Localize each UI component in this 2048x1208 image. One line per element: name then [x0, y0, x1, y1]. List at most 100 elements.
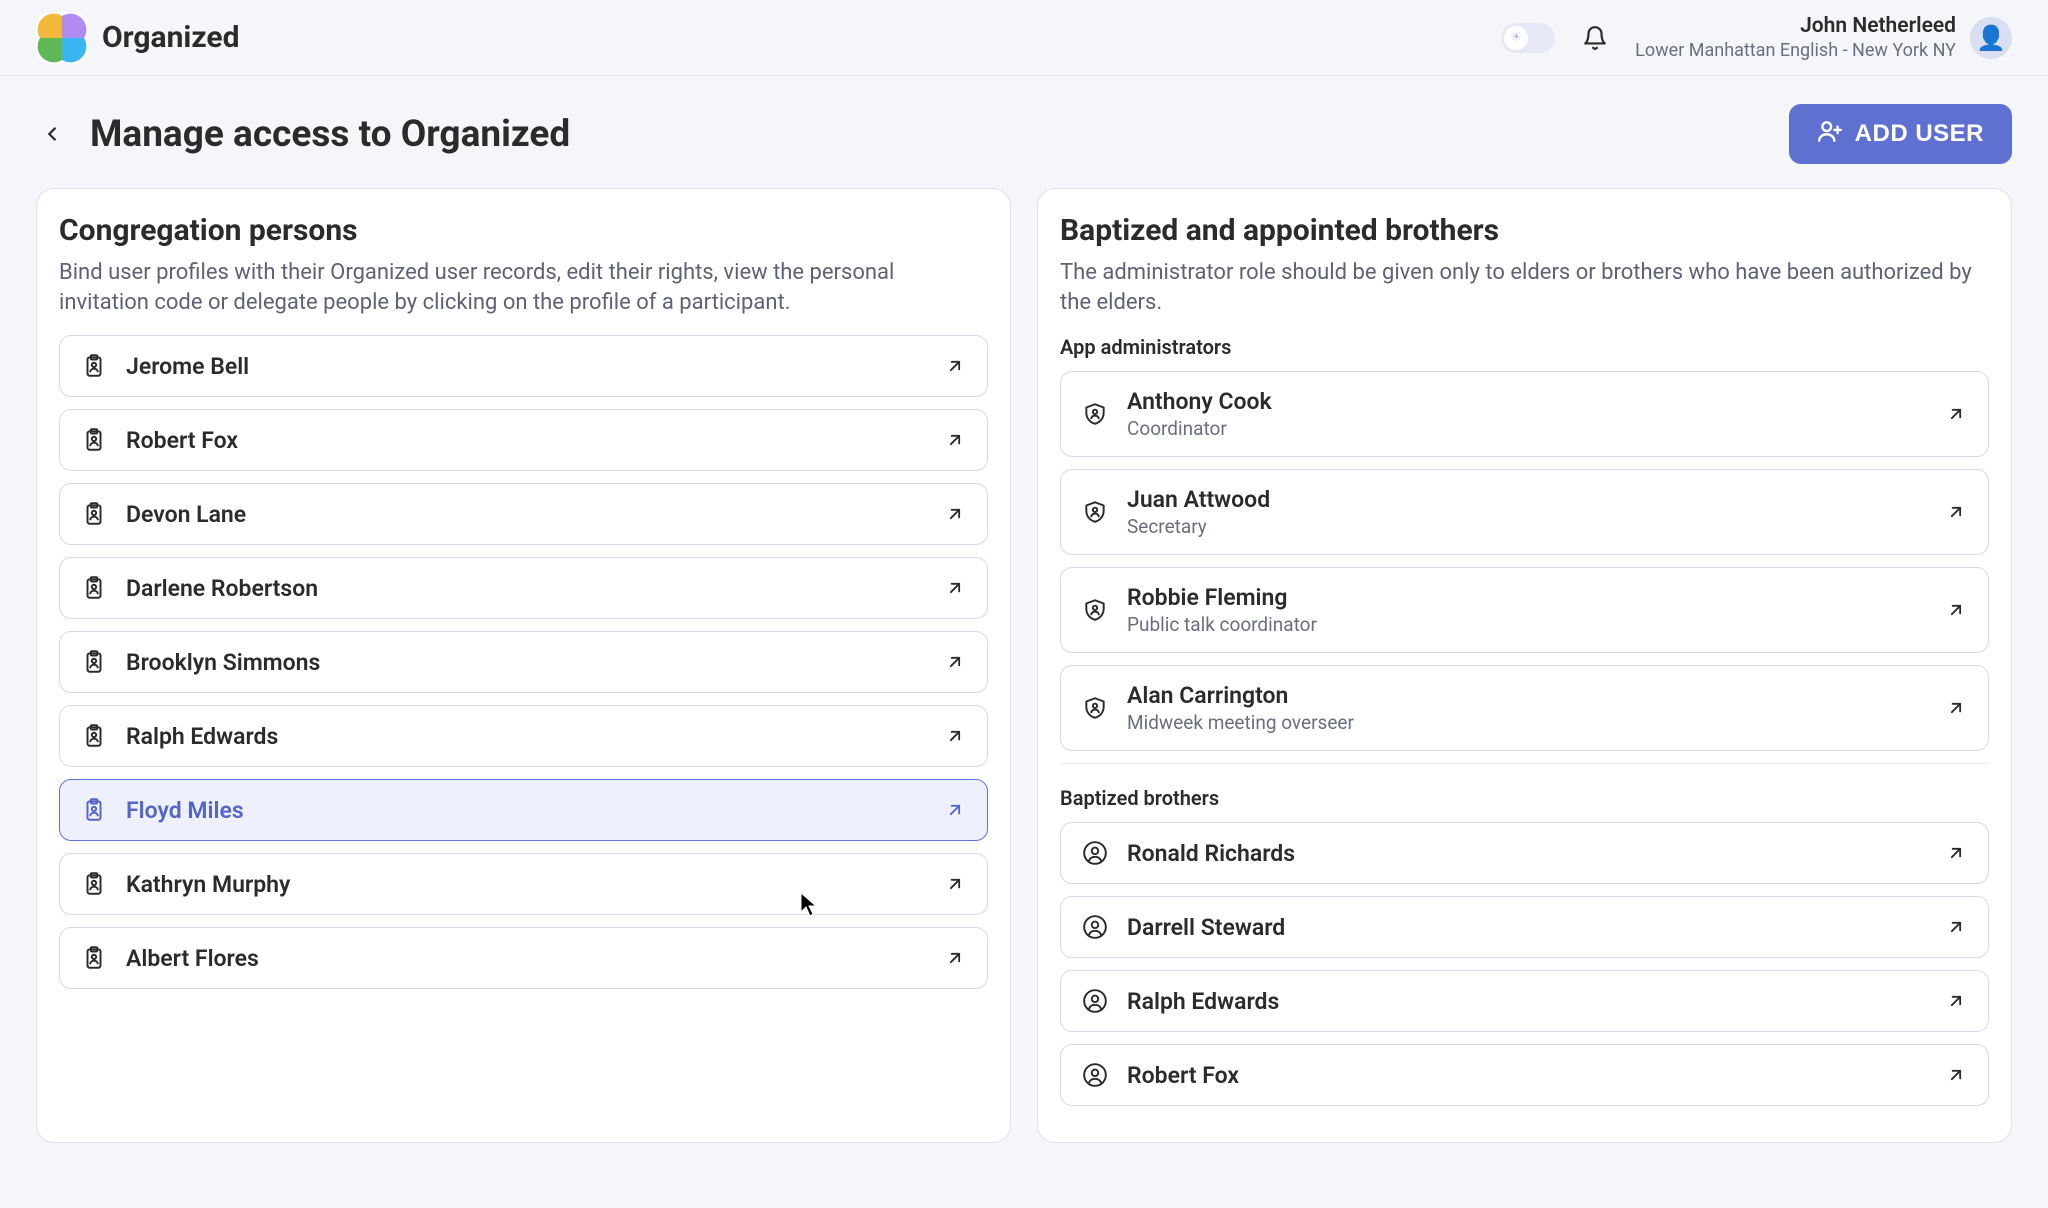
open-arrow-icon	[1944, 500, 1968, 524]
avatar: 👤	[1970, 17, 2012, 59]
open-arrow-icon	[1944, 841, 1968, 865]
person-row-alan-carrington[interactable]: Alan CarringtonMidweek meeting overseer	[1060, 665, 1989, 751]
sun-icon: ☀	[1504, 26, 1528, 50]
brand: Organized	[36, 12, 239, 64]
user-name: John Netherleed	[1635, 14, 1956, 38]
open-arrow-icon	[943, 650, 967, 674]
open-arrow-icon	[943, 946, 967, 970]
person-row-ronald-richards[interactable]: Ronald Richards	[1060, 822, 1989, 884]
group-app-administrators: App administrators Anthony CookCoordinato…	[1060, 335, 1989, 751]
assignment-icon	[80, 426, 108, 454]
person-role: Midweek meeting overseer	[1127, 711, 1926, 734]
assignment-icon	[80, 944, 108, 972]
current-user[interactable]: John Netherleed Lower Manhattan English …	[1635, 14, 2012, 61]
topbar: Organized ☀ John Netherleed Lower Manhat…	[0, 0, 2048, 76]
person-name: Ralph Edwards	[126, 723, 925, 750]
person-name: Kathryn Murphy	[126, 871, 925, 898]
theme-toggle[interactable]: ☀	[1501, 23, 1555, 53]
person-row-devon-lane[interactable]: Devon Lane	[59, 483, 988, 545]
open-arrow-icon	[1944, 598, 1968, 622]
content: Congregation persons Bind user profiles …	[0, 188, 2048, 1179]
person-row-robert-fox[interactable]: Robert Fox	[59, 409, 988, 471]
group-baptized-brothers: Baptized brothers Ronald Richards Darrell …	[1060, 763, 1989, 1106]
person-name: Darrell Steward	[1127, 914, 1926, 941]
group-label: Baptized brothers	[1060, 786, 1989, 810]
assignment-icon	[80, 574, 108, 602]
open-arrow-icon	[1944, 696, 1968, 720]
person-name: Devon Lane	[126, 501, 925, 528]
open-arrow-icon	[943, 576, 967, 600]
person-name: Robert Fox	[126, 427, 925, 454]
person-name: Floyd Miles	[126, 797, 925, 824]
open-arrow-icon	[1944, 989, 1968, 1013]
topbar-right: ☀ John Netherleed Lower Manhattan Englis…	[1501, 14, 2012, 61]
admin-shield-icon	[1081, 596, 1109, 624]
assignment-icon	[80, 500, 108, 528]
admin-shield-icon	[1081, 400, 1109, 428]
person-name: Albert Flores	[126, 945, 925, 972]
assignment-icon	[80, 870, 108, 898]
person-row-robert-fox[interactable]: Robert Fox	[1060, 1044, 1989, 1106]
assignment-icon	[80, 796, 108, 824]
notifications-button[interactable]	[1579, 22, 1611, 54]
person-row-darrell-steward[interactable]: Darrell Steward	[1060, 896, 1989, 958]
add-user-label: ADD USER	[1855, 120, 1984, 148]
panel-description: Bind user profiles with their Organized …	[59, 258, 988, 317]
person-name: Robbie Fleming	[1127, 584, 1926, 611]
congregation-persons-panel: Congregation persons Bind user profiles …	[36, 188, 1011, 1143]
open-arrow-icon	[943, 798, 967, 822]
person-row-ralph-edwards[interactable]: Ralph Edwards	[1060, 970, 1989, 1032]
open-arrow-icon	[943, 872, 967, 896]
admin-shield-icon	[1081, 498, 1109, 526]
open-arrow-icon	[1944, 402, 1968, 426]
person-name: Ronald Richards	[1127, 840, 1926, 867]
open-arrow-icon	[943, 724, 967, 748]
person-row-anthony-cook[interactable]: Anthony CookCoordinator	[1060, 371, 1989, 457]
person-name: Darlene Robertson	[126, 575, 925, 602]
person-row-floyd-miles[interactable]: Floyd Miles	[59, 779, 988, 841]
person-role: Coordinator	[1127, 417, 1926, 440]
assignment-icon	[80, 722, 108, 750]
person-row-jerome-bell[interactable]: Jerome Bell	[59, 335, 988, 397]
person-role: Public talk coordinator	[1127, 613, 1926, 636]
person-row-albert-flores[interactable]: Albert Flores	[59, 927, 988, 989]
person-row-juan-attwood[interactable]: Juan AttwoodSecretary	[1060, 469, 1989, 555]
user-circle-icon	[1081, 913, 1109, 941]
person-name: Robert Fox	[1127, 1062, 1926, 1089]
open-arrow-icon	[943, 502, 967, 526]
open-arrow-icon	[1944, 1063, 1968, 1087]
baptized-brothers-panel: Baptized and appointed brothers The admi…	[1037, 188, 2012, 1143]
open-arrow-icon	[943, 428, 967, 452]
panel-description: The administrator role should be given o…	[1060, 258, 1989, 317]
person-name: Juan Attwood	[1127, 486, 1926, 513]
back-button[interactable]	[36, 118, 68, 150]
add-user-icon	[1817, 118, 1843, 151]
assignment-icon	[80, 648, 108, 676]
panel-title: Baptized and appointed brothers	[1060, 213, 1989, 248]
app-name: Organized	[102, 20, 239, 55]
person-name: Alan Carrington	[1127, 682, 1926, 709]
user-congregation: Lower Manhattan English - New York NY	[1635, 40, 1956, 61]
person-role: Secretary	[1127, 515, 1926, 538]
panel-title: Congregation persons	[59, 213, 988, 248]
person-row-ralph-edwards[interactable]: Ralph Edwards	[59, 705, 988, 767]
page-title: Manage access to Organized	[90, 113, 570, 156]
user-circle-icon	[1081, 839, 1109, 867]
open-arrow-icon	[1944, 915, 1968, 939]
page-header: Manage access to Organized ADD USER	[0, 76, 2048, 188]
user-circle-icon	[1081, 1061, 1109, 1089]
assignment-icon	[80, 352, 108, 380]
person-row-kathryn-murphy[interactable]: Kathryn Murphy	[59, 853, 988, 915]
person-name: Anthony Cook	[1127, 388, 1926, 415]
person-name: Ralph Edwards	[1127, 988, 1926, 1015]
admin-shield-icon	[1081, 694, 1109, 722]
group-label: App administrators	[1060, 335, 1989, 359]
person-name: Brooklyn Simmons	[126, 649, 925, 676]
app-logo	[36, 12, 88, 64]
person-name: Jerome Bell	[126, 353, 925, 380]
person-row-robbie-fleming[interactable]: Robbie FlemingPublic talk coordinator	[1060, 567, 1989, 653]
person-row-darlene-robertson[interactable]: Darlene Robertson	[59, 557, 988, 619]
add-user-button[interactable]: ADD USER	[1789, 104, 2012, 164]
open-arrow-icon	[943, 354, 967, 378]
person-row-brooklyn-simmons[interactable]: Brooklyn Simmons	[59, 631, 988, 693]
